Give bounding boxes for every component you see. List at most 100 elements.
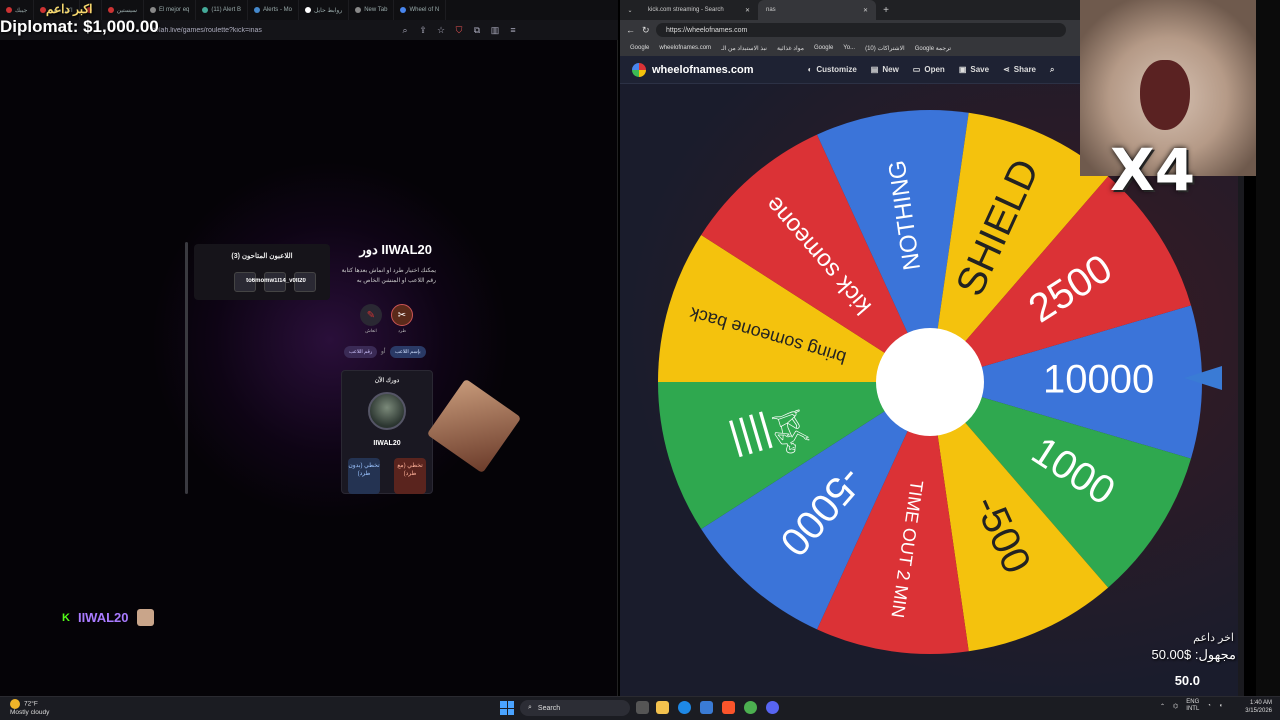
- file-icon: ▤: [870, 65, 879, 74]
- streamer-badge: K IIWAL20: [62, 609, 154, 626]
- revive-action-button[interactable]: ✎: [360, 304, 382, 326]
- background-glow: [150, 160, 510, 520]
- taskbar-search[interactable]: ⌕ Search: [520, 700, 630, 716]
- menu-icon[interactable]: ≡: [508, 25, 518, 35]
- sidebar-icon[interactable]: ▥: [490, 25, 500, 35]
- search-icon: ⌕: [1050, 64, 1055, 74]
- menu-label: Share: [1013, 65, 1036, 74]
- bookmark-item[interactable]: Google: [814, 45, 833, 51]
- left-tab[interactable]: Wheel of N: [394, 0, 447, 20]
- tray-chevron-icon[interactable]: ⌃: [1160, 703, 1165, 710]
- right-tab-strip: ⌄ kick.com streaming - Search ✕ nas ✕ +: [620, 0, 1080, 20]
- edge-icon[interactable]: [678, 701, 691, 714]
- right-address-bar: ← ↻ https://wheelofnames.com: [620, 20, 1080, 40]
- player-name: IIWAL20: [373, 440, 401, 447]
- weather-widget[interactable]: 72°F Mostly cloudy: [10, 699, 49, 717]
- store-icon[interactable]: [700, 701, 713, 714]
- close-icon[interactable]: ✕: [745, 7, 750, 14]
- tab-label: Alerts - Mo: [262, 7, 292, 13]
- tab-label: (11) Alert B: [211, 7, 241, 13]
- kick-icon: ✂: [397, 309, 407, 321]
- network-icon[interactable]: ⌬: [1173, 703, 1178, 710]
- volume-icon[interactable]: ◖: [1219, 703, 1223, 709]
- bookmark-item[interactable]: نبذ الاستبداد من الـ: [721, 45, 767, 52]
- save-button[interactable]: ▣ Save: [959, 65, 989, 74]
- close-icon[interactable]: ✕: [863, 7, 868, 14]
- file-explorer-icon[interactable]: [656, 701, 669, 714]
- new-button[interactable]: ▤ New: [871, 65, 899, 74]
- right-tab-active[interactable]: nas ✕: [758, 0, 876, 20]
- right-tab[interactable]: kick.com streaming - Search ✕: [640, 0, 758, 20]
- discord-icon[interactable]: [766, 701, 779, 714]
- extension-icon[interactable]: ⧉: [472, 25, 482, 35]
- back-icon[interactable]: ←: [626, 25, 635, 35]
- tab-favicon-icon: [6, 7, 12, 13]
- multiplier-label: X4: [1110, 136, 1196, 204]
- left-tab[interactable]: روابط حايل: [299, 0, 350, 20]
- tab-list-icon[interactable]: ⌄: [620, 7, 640, 14]
- player-mention-pill[interactable]: بإسم اللاعب: [390, 346, 426, 358]
- brave-icon[interactable]: [722, 701, 735, 714]
- new-tab-icon[interactable]: +: [876, 5, 896, 16]
- skip-without-kick-button[interactable]: تخطي (بدون طرد): [348, 458, 380, 494]
- bookmarks-bar: Google wheelofnames.com نبذ الاستبداد من…: [620, 40, 1080, 56]
- search-placeholder: Search: [537, 704, 561, 712]
- open-button[interactable]: ▭ Open: [913, 65, 945, 74]
- customize-button[interactable]: ◐ Customize: [807, 65, 856, 74]
- tab-label: nas: [766, 7, 776, 13]
- bookmark-item[interactable]: Yo...: [843, 45, 855, 51]
- wheelofnames-brand[interactable]: wheelofnames.com: [652, 64, 753, 76]
- bookmark-item[interactable]: (10) الاشتراكات: [865, 45, 905, 52]
- tab-favicon-icon: [202, 7, 209, 13]
- turn-description: يمكنك اختيار طرد او انماش بعدها كتابة رق…: [341, 268, 436, 284]
- scrollbar[interactable]: [185, 242, 188, 494]
- bookmark-icon[interactable]: ☆: [436, 25, 446, 35]
- skip-with-kick-button[interactable]: تخطي (مع طرد): [394, 458, 426, 494]
- search-icon: ⌕: [528, 704, 532, 711]
- top-supporter-label: اكبر داعم: [46, 2, 93, 16]
- donation-counter: 50.0: [1174, 673, 1200, 688]
- bookmark-item[interactable]: wheelofnames.com: [659, 45, 711, 51]
- share-icon: ⋖: [1003, 65, 1010, 74]
- or-label: أو: [381, 349, 386, 355]
- palette-icon: ◐: [807, 65, 813, 74]
- left-tab[interactable]: (11) Alert B: [196, 0, 248, 20]
- tab-label: New Tab: [364, 7, 388, 13]
- diplomat-overlay: Diplomat: $1,000.00: [0, 17, 159, 36]
- streamer-name: IIWAL20: [77, 610, 129, 625]
- tab-favicon-icon: [253, 7, 260, 13]
- clock[interactable]: 1:40 AM 3/15/2026: [1240, 699, 1272, 715]
- players-names: to6momw1l14_v0ll20: [246, 278, 306, 284]
- share-button[interactable]: ⋖ Share: [1003, 65, 1036, 74]
- left-tab[interactable]: New Tab: [349, 0, 395, 20]
- last-donor-title: اخر داعم: [1193, 632, 1234, 644]
- task-view-icon[interactable]: [636, 701, 649, 714]
- wifi-icon[interactable]: ◔: [1207, 703, 1211, 709]
- bookmark-item[interactable]: Google ترجمة: [915, 45, 951, 52]
- left-url-field[interactable]: twlah.live/games/roulette?kick=inas: [152, 27, 392, 34]
- shield-icon[interactable]: ⛉: [454, 25, 464, 35]
- share-icon[interactable]: ⇪: [418, 25, 428, 35]
- kick-action-button[interactable]: ✂: [391, 304, 413, 326]
- language-label[interactable]: ENG: [1186, 699, 1199, 705]
- player-number-pill[interactable]: رقم اللاعب: [344, 346, 378, 358]
- left-tab[interactable]: Alerts - Mo: [248, 0, 299, 20]
- reload-icon[interactable]: ↻: [642, 25, 650, 36]
- wheel-segment-label: 10000: [1043, 358, 1154, 402]
- bookmark-item[interactable]: مواد غذائية: [777, 45, 804, 52]
- streamer-avatar: [136, 609, 154, 626]
- right-edge-panel: [1256, 0, 1280, 696]
- revive-action-label: انعاش: [365, 328, 377, 333]
- menu-label: Save: [970, 65, 990, 74]
- chrome-icon[interactable]: [744, 701, 757, 714]
- right-url-field[interactable]: https://wheelofnames.com: [656, 23, 1066, 37]
- zoom-icon[interactable]: ⌕: [400, 25, 410, 35]
- players-title: اللاعبون المتاحون (3): [231, 253, 293, 260]
- bookmark-item[interactable]: Google: [630, 45, 649, 51]
- tab-label: جيبك: [15, 7, 28, 14]
- start-button[interactable]: [500, 701, 514, 715]
- search-button[interactable]: ⌕: [1050, 65, 1054, 75]
- cloud-icon: [10, 699, 20, 709]
- wheel-hub[interactable]: [876, 328, 984, 436]
- tab-label: kick.com streaming - Search: [648, 7, 724, 13]
